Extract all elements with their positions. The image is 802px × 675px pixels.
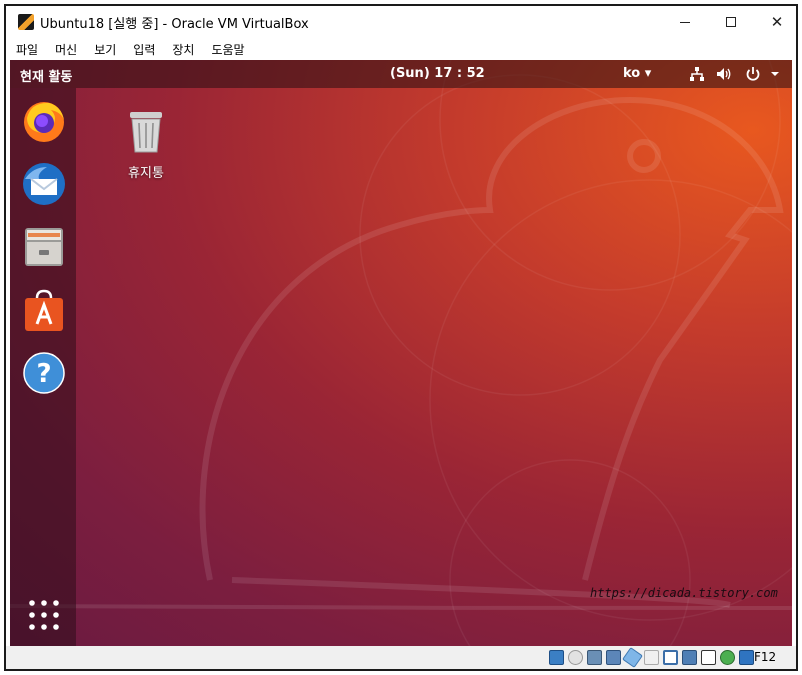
help-icon[interactable]: ?: [21, 350, 67, 396]
network-status-icon[interactable]: [606, 650, 621, 665]
menu-view[interactable]: 보기: [94, 41, 116, 58]
menu-arrow-icon[interactable]: [766, 65, 784, 83]
clock[interactable]: (Sun) 17 : 52: [390, 66, 485, 81]
volume-icon[interactable]: [714, 65, 732, 83]
close-button[interactable]: ✕: [754, 6, 800, 38]
mouse-integration-icon[interactable]: [720, 650, 735, 665]
thunderbird-icon[interactable]: [21, 161, 67, 207]
keyboard-icon[interactable]: [739, 650, 754, 665]
host-key-label: F12: [754, 650, 777, 664]
virtualbox-status-bar: F12: [6, 646, 796, 669]
menu-input[interactable]: 입력: [133, 41, 155, 58]
maximize-button[interactable]: [708, 6, 754, 38]
virtualization-icon[interactable]: [701, 650, 716, 665]
recording-icon[interactable]: [682, 650, 697, 665]
firefox-icon[interactable]: [21, 98, 67, 144]
audio-icon[interactable]: [587, 650, 602, 665]
usb-icon[interactable]: [622, 647, 643, 668]
menu-machine[interactable]: 머신: [55, 41, 77, 58]
virtualbox-app-icon: [18, 14, 34, 30]
gnome-top-bar: 현재 활동 (Sun) 17 : 52 ko ▾: [10, 60, 792, 88]
shared-folder-icon[interactable]: [644, 650, 659, 665]
title-bar[interactable]: Ubuntu18 [실행 중] - Oracle VM VirtualBox ✕: [6, 6, 796, 38]
show-applications-grid-icon[interactable]: [27, 598, 61, 632]
virtualbox-window: Ubuntu18 [실행 중] - Oracle VM VirtualBox ✕…: [4, 4, 798, 671]
input-language-indicator[interactable]: ko ▾: [623, 66, 651, 81]
activities-button[interactable]: 현재 활동: [20, 66, 72, 85]
trash-icon: [130, 112, 162, 153]
maximize-icon: [726, 17, 736, 27]
software-center-icon[interactable]: [21, 288, 67, 334]
minimize-icon: [680, 21, 690, 23]
close-icon: ✕: [770, 13, 784, 31]
guest-display[interactable]: 현재 활동 (Sun) 17 : 52 ko ▾ ? 휴지통 https://d…: [10, 60, 792, 646]
files-icon[interactable]: [21, 224, 67, 270]
menu-help[interactable]: 도움말: [211, 41, 244, 58]
hdd-icon[interactable]: [549, 650, 564, 665]
watermark-text: https://dicada.tistory.com: [590, 586, 778, 600]
trash-label: 휴지통: [128, 166, 164, 181]
ubuntu-dock: ?: [10, 88, 76, 646]
optical-icon[interactable]: [568, 650, 583, 665]
menu-bar: 파일 머신 보기 입력 장치 도움말: [6, 38, 796, 60]
window-title: Ubuntu18 [실행 중] - Oracle VM VirtualBox: [40, 16, 309, 32]
power-icon[interactable]: [744, 65, 762, 83]
network-icon[interactable]: [688, 65, 706, 83]
menu-file[interactable]: 파일: [16, 41, 38, 58]
minimize-button[interactable]: [662, 6, 708, 38]
desktop-trash[interactable]: 휴지통: [114, 108, 178, 181]
display-icon[interactable]: [663, 650, 678, 665]
svg-text:?: ?: [36, 359, 51, 389]
menu-devices[interactable]: 장치: [172, 41, 194, 58]
